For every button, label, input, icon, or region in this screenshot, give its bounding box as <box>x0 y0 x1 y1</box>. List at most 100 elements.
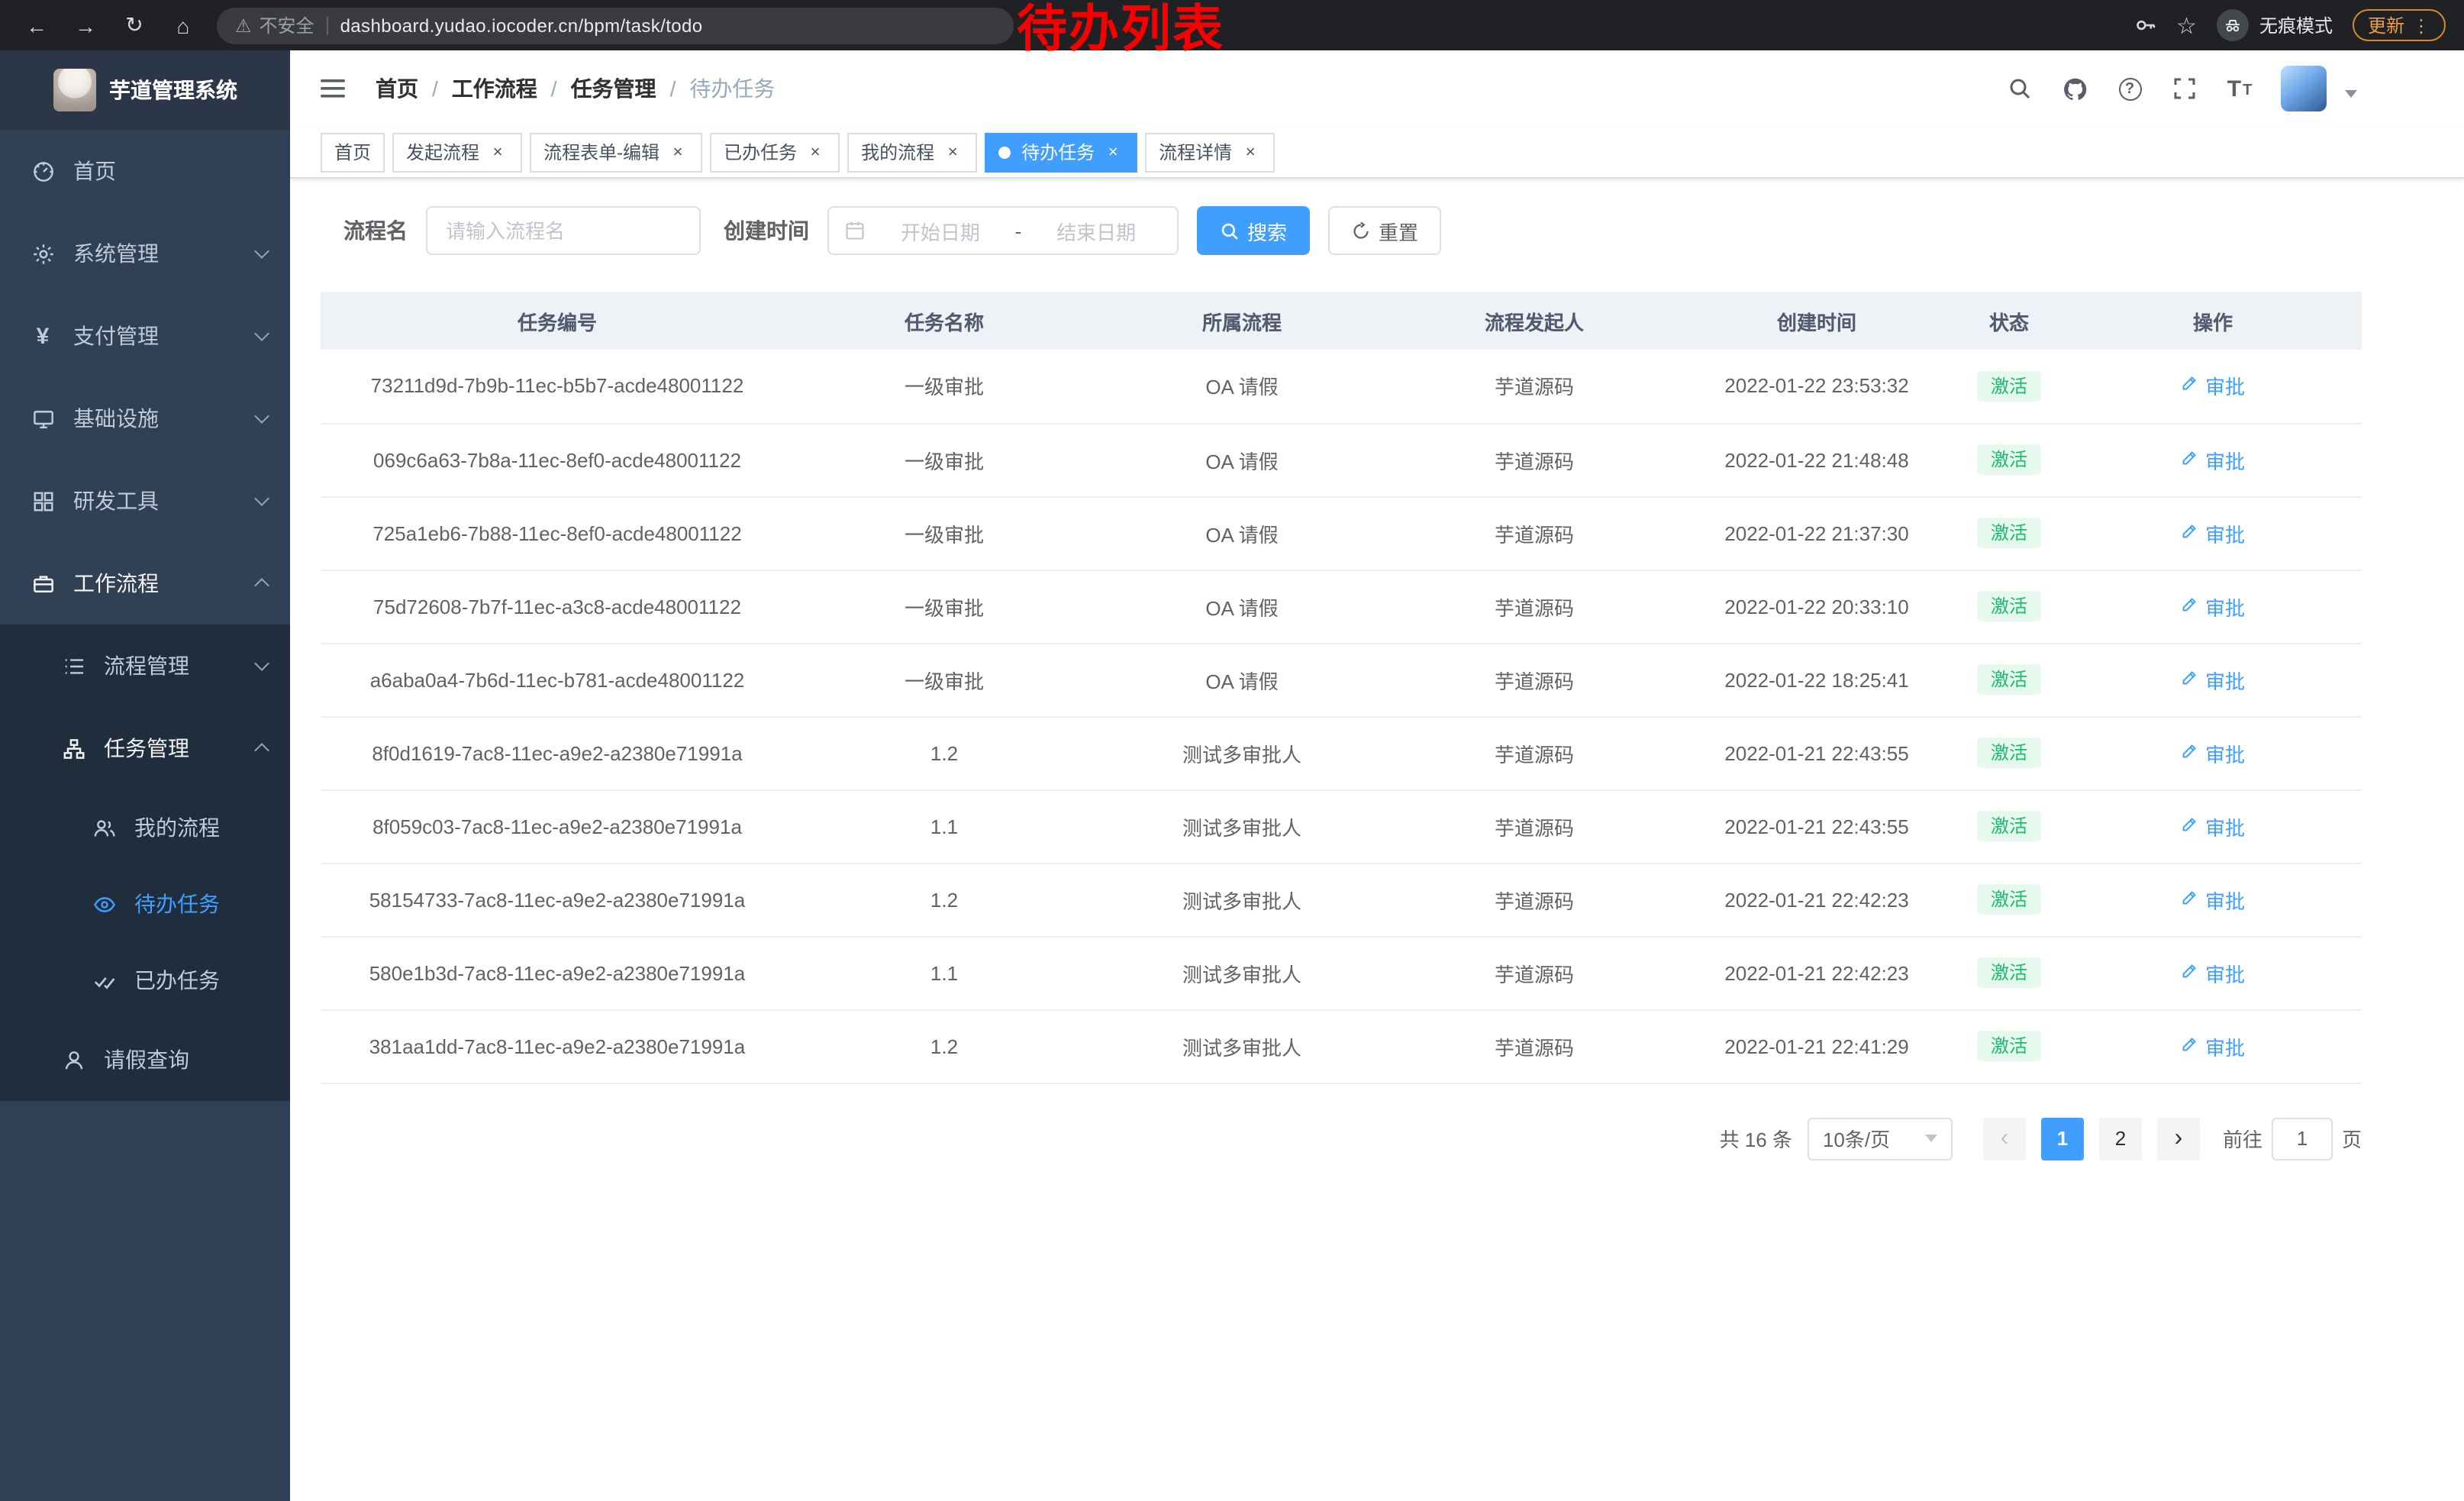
cell-action: 审批 <box>2064 936 2362 1009</box>
edit-icon <box>2181 961 2199 984</box>
tab-start-process[interactable]: 发起流程× <box>392 132 522 172</box>
sidebar-item-my-processes[interactable]: 我的流程 <box>0 789 290 866</box>
double-check-icon <box>92 969 116 992</box>
search-button[interactable] <box>1997 63 2043 115</box>
sidebar-item-home[interactable]: 首页 <box>0 130 290 212</box>
address-bar[interactable]: ⚠不安全 dashboard.yudao.iocoder.cn/bpm/task… <box>217 7 1014 44</box>
font-size-icon: TT <box>2227 77 2253 100</box>
sidebar-item-process-management[interactable]: 流程管理 <box>0 625 290 707</box>
cell-action: 审批 <box>2064 716 2362 789</box>
page-button-2[interactable]: 2 <box>2099 1117 2142 1160</box>
font-size-button[interactable]: TT <box>2217 63 2262 115</box>
cell-action: 审批 <box>2064 423 2362 496</box>
home-button[interactable]: ⌂ <box>163 5 203 45</box>
sidebar-item-label: 我的流程 <box>134 812 220 843</box>
page-size-select[interactable]: 10条/页 <box>1808 1117 1953 1160</box>
cell-initiator: 芋道源码 <box>1389 423 1679 496</box>
tab-my-processes[interactable]: 我的流程× <box>847 132 977 172</box>
kebab-menu-icon[interactable]: ⋮ <box>2412 15 2430 36</box>
github-button[interactable] <box>2052 63 2098 115</box>
next-page-button[interactable]: › <box>2157 1117 2200 1160</box>
table-row: 580e1b3d-7ac8-11ec-a9e2-a2380e71991a 1.1… <box>321 936 2362 1009</box>
sidebar-toggle-button[interactable] <box>313 76 356 101</box>
cell-task-name: 1.2 <box>794 716 1095 789</box>
sidebar-item-devtools[interactable]: 研发工具 <box>0 460 290 542</box>
app-logo[interactable]: 芋道管理系统 <box>0 50 290 130</box>
close-icon[interactable]: × <box>1240 141 1261 163</box>
warning-icon: ⚠ <box>235 15 252 36</box>
approve-link[interactable]: 审批 <box>2181 812 2245 841</box>
sidebar-item-label: 已办任务 <box>134 965 220 996</box>
date-range-picker[interactable]: 开始日期 - 结束日期 <box>827 206 1179 255</box>
search-button-form[interactable]: 搜索 <box>1197 206 1310 255</box>
sidebar-item-done-tasks[interactable]: 已办任务 <box>0 942 290 1018</box>
close-icon[interactable]: × <box>487 141 508 163</box>
close-icon[interactable]: × <box>667 141 689 163</box>
approve-link[interactable]: 审批 <box>2181 518 2245 547</box>
cell-task-name: 1.1 <box>794 936 1095 1009</box>
tab-form-edit[interactable]: 流程表单-编辑× <box>530 132 702 172</box>
avatar[interactable] <box>2281 66 2327 111</box>
avatar-caret-icon[interactable] <box>2345 89 2357 103</box>
bookmark-button[interactable]: ☆ <box>2176 11 2197 39</box>
incognito-icon <box>2217 9 2249 41</box>
breadcrumb-item[interactable]: 首页 <box>376 73 418 104</box>
tab-process-detail[interactable]: 流程详情× <box>1145 132 1275 172</box>
reset-button[interactable]: 重置 <box>1328 206 1441 255</box>
cell-task-name: 一级审批 <box>794 643 1095 716</box>
close-icon[interactable]: × <box>1102 141 1124 163</box>
forward-button[interactable]: → <box>66 5 105 45</box>
approve-link[interactable]: 审批 <box>2181 665 2245 694</box>
sidebar-item-system[interactable]: 系统管理 <box>0 212 290 295</box>
sidebar-item-infrastructure[interactable]: 基础设施 <box>0 377 290 460</box>
approve-link[interactable]: 审批 <box>2181 885 2245 914</box>
goto-page: 前往 页 <box>2223 1117 2362 1160</box>
cell-process: 测试多审批人 <box>1095 1009 1389 1083</box>
goto-page-input[interactable] <box>2272 1117 2333 1160</box>
tab-home[interactable]: 首页 <box>321 132 385 172</box>
sidebar-item-leave-query[interactable]: 请假查询 <box>0 1018 290 1101</box>
col-task-name: 任务名称 <box>794 292 1095 350</box>
approve-link[interactable]: 审批 <box>2181 592 2245 621</box>
col-process: 所属流程 <box>1095 292 1389 350</box>
breadcrumb: 首页 / 工作流程 / 任务管理 / 待办任务 <box>376 73 775 104</box>
refresh-icon <box>1351 221 1371 240</box>
password-key-button[interactable] <box>2133 14 2156 37</box>
breadcrumb-separator: / <box>432 76 438 101</box>
sidebar-item-payment[interactable]: ¥ 支付管理 <box>0 295 290 377</box>
approve-link[interactable]: 审批 <box>2181 445 2245 474</box>
page-button-1[interactable]: 1 <box>2041 1117 2084 1160</box>
chevron-down-icon <box>254 244 269 259</box>
approve-link[interactable]: 审批 <box>2181 1031 2245 1060</box>
security-status[interactable]: ⚠不安全 <box>235 12 314 38</box>
close-icon[interactable]: × <box>805 141 826 163</box>
search-icon <box>2008 76 2032 101</box>
cell-task-id: 75d72608-7b7f-11ec-a3c8-acde48001122 <box>321 570 794 643</box>
back-icon: ← <box>26 13 47 37</box>
docs-button[interactable]: ? <box>2107 63 2153 115</box>
breadcrumb-item: 工作流程 <box>452 73 537 104</box>
reload-button[interactable]: ↻ <box>114 5 154 45</box>
briefcase-icon <box>31 572 55 595</box>
sidebar-item-workflow[interactable]: 工作流程 <box>0 542 290 625</box>
sidebar-item-label: 工作流程 <box>73 568 159 599</box>
sidebar-item-task-management[interactable]: 任务管理 <box>0 707 290 789</box>
approve-link[interactable]: 审批 <box>2181 958 2245 987</box>
total-count: 共 16 条 <box>1720 1124 1792 1153</box>
approve-link[interactable]: 审批 <box>2181 738 2245 767</box>
back-button[interactable]: ← <box>17 5 56 45</box>
close-icon[interactable]: × <box>942 141 963 163</box>
sidebar-item-todo-tasks[interactable]: 待办任务 <box>0 866 290 942</box>
table-row: 381aa1dd-7ac8-11ec-a9e2-a2380e71991a 1.2… <box>321 1009 2362 1083</box>
cell-task-id: 580e1b3d-7ac8-11ec-a9e2-a2380e71991a <box>321 936 794 1009</box>
process-name-input[interactable] <box>426 206 701 255</box>
tab-done-tasks[interactable]: 已办任务× <box>710 132 840 172</box>
approve-link[interactable]: 审批 <box>2181 372 2245 401</box>
tab-todo-tasks[interactable]: 待办任务× <box>985 132 1137 172</box>
cell-status: 激活 <box>1954 716 2064 789</box>
cell-process: OA 请假 <box>1095 350 1389 423</box>
update-button[interactable]: 更新 ⋮ <box>2353 9 2446 41</box>
prev-page-button[interactable]: ‹ <box>1983 1117 2026 1160</box>
fullscreen-button[interactable] <box>2162 63 2208 115</box>
cell-status: 激活 <box>1954 1009 2064 1083</box>
